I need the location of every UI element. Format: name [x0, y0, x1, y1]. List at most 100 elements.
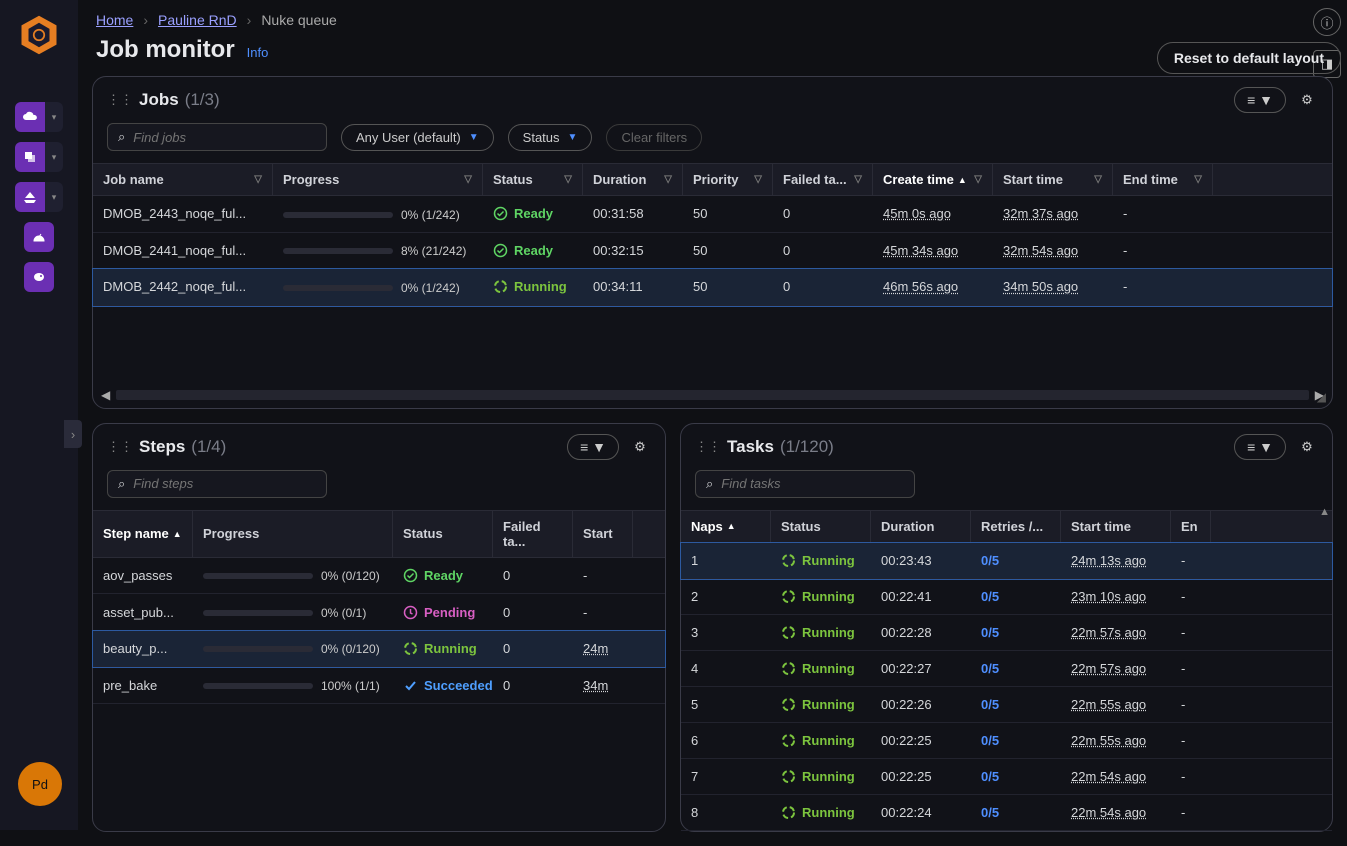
- column-header[interactable]: Step name ▲: [93, 511, 193, 557]
- table-row[interactable]: pre_bake 100% (1/1) Succeeded 0 34m: [93, 667, 665, 704]
- column-header[interactable]: Start: [573, 511, 633, 557]
- steps-table-header: Step name ▲ProgressStatusFailed ta...Sta…: [93, 510, 665, 558]
- table-row[interactable]: asset_pub... 0% (0/1) Pending 0 -: [93, 594, 665, 631]
- column-header[interactable]: End time▽: [1113, 164, 1213, 195]
- jobs-search-input[interactable]: [133, 130, 316, 145]
- table-row[interactable]: 1 Running 00:23:43 0/5 24m 13s ago -: [681, 543, 1332, 579]
- tasks-panel: ⋮⋮ Tasks (1/120) ≡ ▼ ⚙ ⌕ ▲ Naps ▲StatusD…: [680, 423, 1333, 832]
- scroll-left-icon[interactable]: ◀: [101, 388, 110, 402]
- status-badge: Running: [781, 661, 861, 676]
- status-icon: [493, 206, 508, 221]
- table-row[interactable]: 6 Running 00:22:25 0/5 22m 55s ago -: [681, 723, 1332, 759]
- jobs-settings-icon[interactable]: ⚙: [1296, 89, 1318, 111]
- status-badge: Running: [781, 625, 861, 640]
- column-header[interactable]: Start time: [1061, 511, 1171, 542]
- column-header[interactable]: Status▽: [483, 164, 583, 195]
- jobs-view-menu[interactable]: ≡ ▼: [1234, 87, 1286, 113]
- scroll-up-icon[interactable]: ▲: [1319, 506, 1330, 518]
- status-filter[interactable]: Status▼: [508, 124, 593, 151]
- column-header[interactable]: Failed ta...▽: [773, 164, 873, 195]
- column-header[interactable]: Duration: [871, 511, 971, 542]
- column-header[interactable]: Progress▽: [273, 164, 483, 195]
- steps-panel-title: Steps: [139, 437, 185, 457]
- column-header[interactable]: Naps ▲: [681, 511, 771, 542]
- steps-panel: ⋮⋮ Steps (1/4) ≡ ▼ ⚙ ⌕ Step name ▲Progre…: [92, 423, 666, 832]
- table-row[interactable]: 5 Running 00:22:26 0/5 22m 55s ago -: [681, 687, 1332, 723]
- column-header[interactable]: Progress: [193, 511, 393, 557]
- tasks-view-menu[interactable]: ≡ ▼: [1234, 434, 1286, 460]
- app-logo[interactable]: [18, 14, 60, 56]
- status-icon: [493, 279, 508, 294]
- table-row[interactable]: 4 Running 00:22:27 0/5 22m 57s ago -: [681, 651, 1332, 687]
- status-icon: [781, 769, 796, 784]
- status-badge: Running: [781, 553, 861, 568]
- chevron-right-icon: ›: [143, 12, 148, 28]
- tasks-search[interactable]: ⌕: [695, 470, 915, 498]
- column-header[interactable]: Failed ta...: [493, 511, 573, 557]
- column-header[interactable]: Status: [393, 511, 493, 557]
- nav-boat-expand[interactable]: ▾: [45, 182, 63, 212]
- nav-layers-icon[interactable]: [15, 142, 45, 172]
- reset-layout-button[interactable]: Reset to default layout: [1157, 42, 1341, 74]
- filter-icon[interactable]: ▽: [974, 174, 982, 185]
- drag-handle-icon[interactable]: ⋮⋮: [107, 92, 133, 108]
- jobs-panel: ⋮⋮ Jobs (1/3) ≡ ▼ ⚙ ⌕ Any User (default)…: [92, 76, 1333, 409]
- table-row[interactable]: DMOB_2441_noqe_ful... 8% (21/242) Ready …: [93, 233, 1332, 270]
- column-header[interactable]: Duration▽: [583, 164, 683, 195]
- tasks-settings-icon[interactable]: ⚙: [1296, 436, 1318, 458]
- table-row[interactable]: beauty_p... 0% (0/120) Running 0 24m: [93, 631, 665, 668]
- table-row[interactable]: aov_passes 0% (0/120) Ready 0 -: [93, 558, 665, 595]
- tasks-table-header: Naps ▲StatusDurationRetries /...Start ti…: [681, 510, 1332, 543]
- filter-icon[interactable]: ▽: [754, 174, 762, 185]
- user-filter[interactable]: Any User (default)▼: [341, 124, 494, 151]
- table-row[interactable]: 8 Running 00:22:24 0/5 22m 54s ago -: [681, 795, 1332, 831]
- tasks-count: (1/120): [780, 437, 834, 457]
- nav-cloud-expand[interactable]: ▾: [45, 102, 63, 132]
- avatar[interactable]: Pd: [18, 762, 62, 806]
- steps-view-menu[interactable]: ≡ ▼: [567, 434, 619, 460]
- steps-count: (1/4): [191, 437, 226, 457]
- nav-dash-icon[interactable]: [24, 222, 54, 252]
- filter-icon[interactable]: ▽: [1094, 174, 1102, 185]
- jobs-search[interactable]: ⌕: [107, 123, 327, 151]
- steps-settings-icon[interactable]: ⚙: [629, 436, 651, 458]
- filter-icon[interactable]: ▽: [254, 174, 262, 185]
- column-header[interactable]: Start time▽: [993, 164, 1113, 195]
- clear-filters-button[interactable]: Clear filters: [606, 124, 702, 151]
- column-header[interactable]: Retries /...: [971, 511, 1061, 542]
- steps-search-input[interactable]: [133, 476, 316, 491]
- breadcrumb-home[interactable]: Home: [96, 12, 133, 28]
- column-header[interactable]: Priority▽: [683, 164, 773, 195]
- status-badge: Succeeded: [403, 678, 483, 693]
- breadcrumb-farm[interactable]: Pauline RnD: [158, 12, 237, 28]
- tasks-search-input[interactable]: [721, 476, 904, 491]
- resize-handle-icon[interactable]: ◢: [1317, 390, 1326, 404]
- filter-icon[interactable]: ▽: [464, 174, 472, 185]
- nav-layers-expand[interactable]: ▾: [45, 142, 63, 172]
- table-row[interactable]: 7 Running 00:22:25 0/5 22m 54s ago -: [681, 759, 1332, 795]
- steps-search[interactable]: ⌕: [107, 470, 327, 498]
- table-row[interactable]: 3 Running 00:22:28 0/5 22m 57s ago -: [681, 615, 1332, 651]
- column-header[interactable]: Status: [771, 511, 871, 542]
- nav-piggy-icon[interactable]: [24, 262, 54, 292]
- nav-cloud-icon[interactable]: [15, 102, 45, 132]
- nav-boat-icon[interactable]: [15, 182, 45, 212]
- page-title: Job monitor: [96, 36, 235, 64]
- column-header[interactable]: En: [1171, 511, 1211, 542]
- filter-icon[interactable]: ▽: [564, 174, 572, 185]
- column-header[interactable]: Job name▽: [93, 164, 273, 195]
- status-badge: Pending: [403, 605, 483, 620]
- drag-handle-icon[interactable]: ⋮⋮: [107, 439, 133, 455]
- column-header[interactable]: Create time ▲▽: [873, 164, 993, 195]
- info-link[interactable]: Info: [247, 45, 269, 60]
- filter-icon[interactable]: ▽: [854, 174, 862, 185]
- filter-icon[interactable]: ▽: [664, 174, 672, 185]
- status-badge: Running: [781, 733, 861, 748]
- drag-handle-icon[interactable]: ⋮⋮: [695, 439, 721, 455]
- table-row[interactable]: DMOB_2442_noqe_ful... 0% (1/242) Running…: [93, 269, 1332, 306]
- status-icon: [781, 625, 796, 640]
- table-row[interactable]: 2 Running 00:22:41 0/5 23m 10s ago -: [681, 579, 1332, 615]
- filter-icon[interactable]: ▽: [1194, 174, 1202, 185]
- jobs-hscroll[interactable]: ◀ ▶: [93, 386, 1332, 408]
- table-row[interactable]: DMOB_2443_noqe_ful... 0% (1/242) Ready 0…: [93, 196, 1332, 233]
